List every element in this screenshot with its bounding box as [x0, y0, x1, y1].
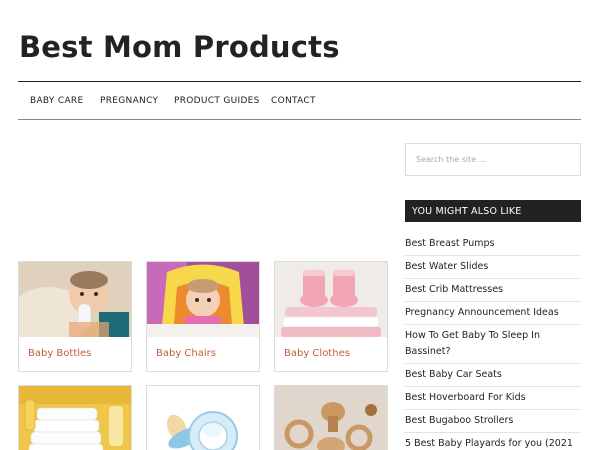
nav-product-guides[interactable]: PRODUCT GUIDES	[174, 96, 260, 106]
related-post-link[interactable]: 5 Best Baby Playards for you (2021	[405, 433, 581, 450]
category-label[interactable]: Baby Bottles	[28, 348, 91, 359]
related-post-link[interactable]: Best Breast Pumps	[405, 233, 581, 256]
related-post-link[interactable]: Best Crib Mattresses	[405, 279, 581, 302]
widget-title: YOU MIGHT ALSO LIKE	[405, 200, 581, 222]
category-label[interactable]: Baby Clothes	[284, 348, 350, 359]
main-nav: BABY CARE PREGNANCY PRODUCT GUIDES CONTA…	[18, 81, 581, 120]
diapers-photo[interactable]	[19, 386, 131, 450]
nav-baby-care[interactable]: BABY CARE	[30, 96, 83, 106]
category-card-wooden-toys[interactable]	[274, 385, 388, 450]
category-card-baby-clothes[interactable]: Baby Clothes	[274, 261, 388, 372]
related-post-link[interactable]: Best Water Slides	[405, 256, 581, 279]
nav-contact[interactable]: CONTACT	[271, 96, 316, 106]
pacifier-photo[interactable]	[147, 386, 259, 450]
related-post-link[interactable]: Best Bugaboo Strollers	[405, 410, 581, 433]
category-card-baby-bottles[interactable]: Baby Bottles	[18, 261, 132, 372]
related-post-link[interactable]: How To Get Baby To Sleep In Bassinet?	[405, 325, 581, 364]
related-post-link[interactable]: Pregnancy Announcement Ideas	[405, 302, 581, 325]
related-post-link[interactable]: Best Baby Car Seats	[405, 364, 581, 387]
category-card-baby-chairs[interactable]: Baby Chairs	[146, 261, 260, 372]
related-post-link[interactable]: Best Hoverboard For Kids	[405, 387, 581, 410]
site-title[interactable]: Best Mom Products	[19, 30, 340, 64]
category-card-pacifiers[interactable]	[146, 385, 260, 450]
wooden-toys-photo[interactable]	[275, 386, 387, 450]
baby-bottle-photo[interactable]	[19, 262, 131, 337]
search-input[interactable]	[405, 143, 581, 176]
baby-chair-photo[interactable]	[147, 262, 259, 337]
category-card-diapers[interactable]	[18, 385, 132, 450]
category-label[interactable]: Baby Chairs	[156, 348, 216, 359]
related-posts-list: Best Breast Pumps Best Water Slides Best…	[405, 233, 581, 450]
nav-pregnancy[interactable]: PREGNANCY	[100, 96, 158, 106]
baby-clothes-photo[interactable]	[275, 262, 387, 337]
